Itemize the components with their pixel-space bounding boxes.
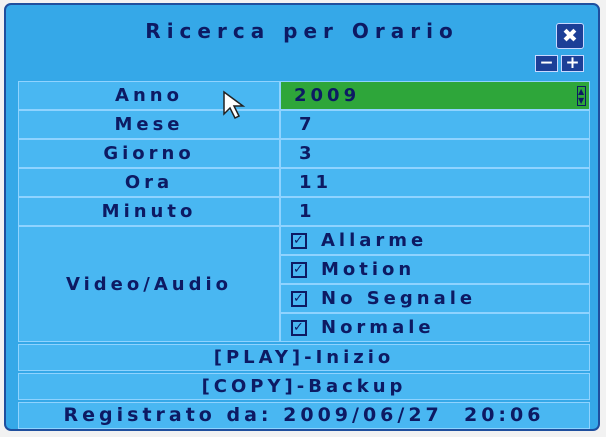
plus-button[interactable]: + <box>561 55 584 72</box>
option-alarm[interactable]: ✓ Allarme <box>280 226 590 255</box>
copy-button[interactable]: [COPY]-Backup <box>18 373 590 400</box>
mouse-pointer-icon <box>223 90 246 120</box>
video-audio-label: Video/Audio <box>18 226 280 342</box>
year-value: 2009 <box>294 85 361 106</box>
month-field[interactable]: 7 <box>280 110 590 139</box>
hour-label: Ora <box>18 168 280 197</box>
minute-label: Minuto <box>18 197 280 226</box>
option-motion-label: Motion <box>321 259 416 280</box>
option-no-signal[interactable]: ✓ No Segnale <box>280 284 590 313</box>
checkbox-checked-icon[interactable]: ✓ <box>291 232 307 249</box>
search-by-time-dialog: Ricerca per Orario ✖ − + Anno 2009 ▲ ▼ Me… <box>4 3 600 431</box>
field-row-hour: Ora 11 <box>18 168 590 197</box>
dialog-title: Ricerca per Orario <box>145 19 459 43</box>
option-normal-label: Normale <box>321 317 435 338</box>
option-no-signal-label: No Segnale <box>321 288 477 309</box>
checkbox-checked-icon[interactable]: ✓ <box>291 290 307 307</box>
option-alarm-label: Allarme <box>321 230 428 251</box>
recorded-from-datetime: 2009/06/27 20:06 <box>283 404 545 426</box>
checkbox-checked-icon[interactable]: ✓ <box>291 319 307 336</box>
field-row-minute: Minuto 1 <box>18 197 590 226</box>
spin-arrows-icon[interactable]: ▲ ▼ <box>577 86 586 106</box>
day-field[interactable]: 3 <box>280 139 590 168</box>
field-row-year: Anno 2009 ▲ ▼ <box>18 81 590 110</box>
minute-field[interactable]: 1 <box>280 197 590 226</box>
close-button[interactable]: ✖ <box>556 23 584 49</box>
hour-field[interactable]: 11 <box>280 168 590 197</box>
recorded-from-label: Registrato da: <box>63 404 273 426</box>
option-normal[interactable]: ✓ Normale <box>280 313 590 342</box>
field-row-day: Giorno 3 <box>18 139 590 168</box>
video-audio-group: Video/Audio ✓ Allarme ✓ Motion ✓ No Segn… <box>18 226 590 342</box>
option-motion[interactable]: ✓ Motion <box>280 255 590 284</box>
field-row-month: Mese 7 <box>18 110 590 139</box>
year-field[interactable]: 2009 ▲ ▼ <box>280 81 590 110</box>
minus-button[interactable]: − <box>535 55 558 72</box>
recorded-from-row: Registrato da: 2009/06/27 20:06 <box>18 402 590 429</box>
day-label: Giorno <box>18 139 280 168</box>
checkbox-checked-icon[interactable]: ✓ <box>291 261 307 278</box>
play-button[interactable]: [PLAY]-Inizio <box>18 344 590 371</box>
